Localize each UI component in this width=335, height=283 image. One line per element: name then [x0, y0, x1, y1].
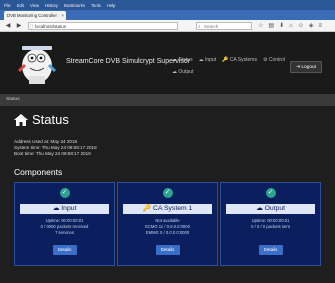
- components-panel: ✓ ☁ Input Uptime: 00:00:00:01 0 / 0000 p…: [14, 182, 321, 266]
- check-icon: ✓: [265, 188, 276, 198]
- menu-view[interactable]: View: [30, 3, 39, 8]
- logout-button[interactable]: ⇥ Logout: [290, 61, 322, 73]
- key-icon: 🔑: [222, 57, 229, 63]
- breadcrumb: Status: [0, 94, 335, 106]
- close-tab-icon[interactable]: ×: [61, 13, 64, 18]
- menu-bookmarks[interactable]: Bookmarks: [64, 3, 85, 8]
- nav-output-label: Output: [178, 69, 194, 75]
- details-button[interactable]: Details: [155, 245, 180, 255]
- app-page: StreamCore DVB Simulcrypt Supervisor ☁ S…: [0, 32, 335, 283]
- sync-icon[interactable]: ☺: [298, 22, 304, 30]
- component-card-output: ✓ ☁ Output Uptime: 00:00:00:01 0 / 0 / 0…: [220, 182, 321, 266]
- home-icon[interactable]: ⌂: [289, 22, 293, 30]
- navigation-bar: ◀ ▶ ⓘ localhost/status ⌕ Search ☆ ▤ ⬇ ⌂ …: [0, 20, 335, 32]
- check-icon: ✓: [162, 188, 173, 198]
- page-title-text: Status: [32, 112, 69, 127]
- card-line: 7 services: [55, 230, 74, 235]
- home-icon: [14, 113, 28, 126]
- nav-control[interactable]: ⚙ Control: [263, 57, 285, 63]
- menu-tools[interactable]: Tools: [91, 3, 101, 8]
- reader-icon[interactable]: ▤: [268, 22, 274, 30]
- card-line: Uptime: 00:00:00:01: [251, 218, 290, 223]
- back-icon[interactable]: ◀: [4, 22, 12, 30]
- key-icon: 🔑: [142, 205, 152, 212]
- info-icon: ⓘ: [30, 24, 35, 29]
- forward-icon[interactable]: ▶: [15, 22, 23, 30]
- menu-bar: File Edit View History Bookmarks Tools H…: [0, 0, 335, 10]
- gear-icon: ⚙: [262, 57, 268, 63]
- search-input[interactable]: ⌕ Search: [196, 22, 252, 30]
- nav-input[interactable]: ☁ Input: [199, 57, 217, 63]
- card-line: EMMG 0 / 0.0.0.0:0000: [145, 230, 190, 235]
- mascot-logo-icon: [18, 46, 56, 84]
- address-bar[interactable]: ⓘ localhost/status: [28, 22, 178, 30]
- menu-edit[interactable]: Edit: [17, 3, 24, 8]
- menu-history[interactable]: History: [45, 3, 58, 8]
- nav-status-label: Status: [178, 57, 193, 63]
- card-line: ECMG 11 / 0.0.0.0:0000: [145, 224, 190, 229]
- download-icon[interactable]: ⬇: [279, 22, 284, 30]
- card-title: Output: [264, 205, 286, 212]
- main-nav: ☁ Status ☁ Input 🔑 CA Systems ⚙ Control: [172, 57, 285, 63]
- component-card-input: ✓ ☁ Input Uptime: 00:00:00:01 0 / 0000 p…: [14, 182, 115, 266]
- url-text: localhost/status: [35, 24, 67, 29]
- card-line: Not available: [155, 218, 180, 223]
- cloud-icon: ☁: [255, 205, 263, 212]
- breadcrumb-status[interactable]: Status: [6, 97, 20, 102]
- browser-window: File Edit View History Bookmarks Tools H…: [0, 0, 335, 283]
- system-info: Address Used at: May 24 2018 System time…: [14, 139, 97, 158]
- menu-file[interactable]: File: [4, 3, 11, 8]
- card-header: ☁ Input: [20, 204, 109, 214]
- page-title: Status: [14, 112, 69, 127]
- details-button[interactable]: Details: [52, 245, 77, 255]
- nav-control-label: Control: [268, 57, 285, 63]
- card-line: 0 / 0 / 0 packets sent: [251, 224, 290, 229]
- menu-icon[interactable]: ≡: [318, 22, 322, 30]
- app-header: StreamCore DVB Simulcrypt Supervisor ☁ S…: [0, 32, 335, 94]
- shield-icon[interactable]: ◈: [309, 22, 314, 30]
- check-icon: ✓: [59, 188, 70, 198]
- card-title: Input: [61, 205, 77, 212]
- card-title: CA System 1: [153, 205, 193, 212]
- info-line: Boot time: Thu May 24 08:58:17 2018: [14, 151, 91, 157]
- card-line: 0 / 0000 packets received: [40, 224, 89, 229]
- card-line: Uptime: 00:00:00:01: [45, 218, 84, 223]
- cloud-icon: ☁: [198, 57, 204, 63]
- component-card-ca-system: ✓ 🔑 CA System 1 Not available ECMG 11 / …: [117, 182, 218, 266]
- tab-strip: DVB Monitoring Controller × +: [0, 10, 335, 28]
- search-placeholder: Search: [204, 24, 219, 29]
- nav-ca-systems[interactable]: 🔑 CA Systems: [222, 57, 257, 63]
- cloud-icon: ☁: [172, 69, 177, 75]
- nav-input-label: Input: [204, 57, 217, 63]
- nav-status[interactable]: ☁ Status: [172, 57, 193, 63]
- star-icon[interactable]: ☆: [258, 22, 263, 30]
- tab-title: DVB Monitoring Controller: [7, 13, 57, 18]
- cloud-icon: ☁: [172, 57, 177, 63]
- nav-ca-label: CA Systems: [229, 57, 257, 63]
- toolbar-icons: ☆ ▤ ⬇ ⌂ ☺ ◈ ≡: [258, 22, 322, 30]
- components-heading: Components: [14, 167, 63, 177]
- details-button[interactable]: Details: [258, 245, 283, 255]
- cloud-icon: ☁: [52, 205, 60, 212]
- card-header: 🔑 CA System 1: [123, 204, 212, 214]
- browser-tab[interactable]: DVB Monitoring Controller ×: [4, 11, 66, 20]
- search-icon: ⌕: [198, 24, 201, 29]
- menu-help[interactable]: Help: [107, 3, 116, 8]
- logout-icon: ⇥: [295, 65, 300, 70]
- card-header: ☁ Output: [226, 204, 315, 214]
- nav-output[interactable]: ☁ Output: [172, 69, 193, 75]
- logout-label: Logout: [301, 65, 317, 70]
